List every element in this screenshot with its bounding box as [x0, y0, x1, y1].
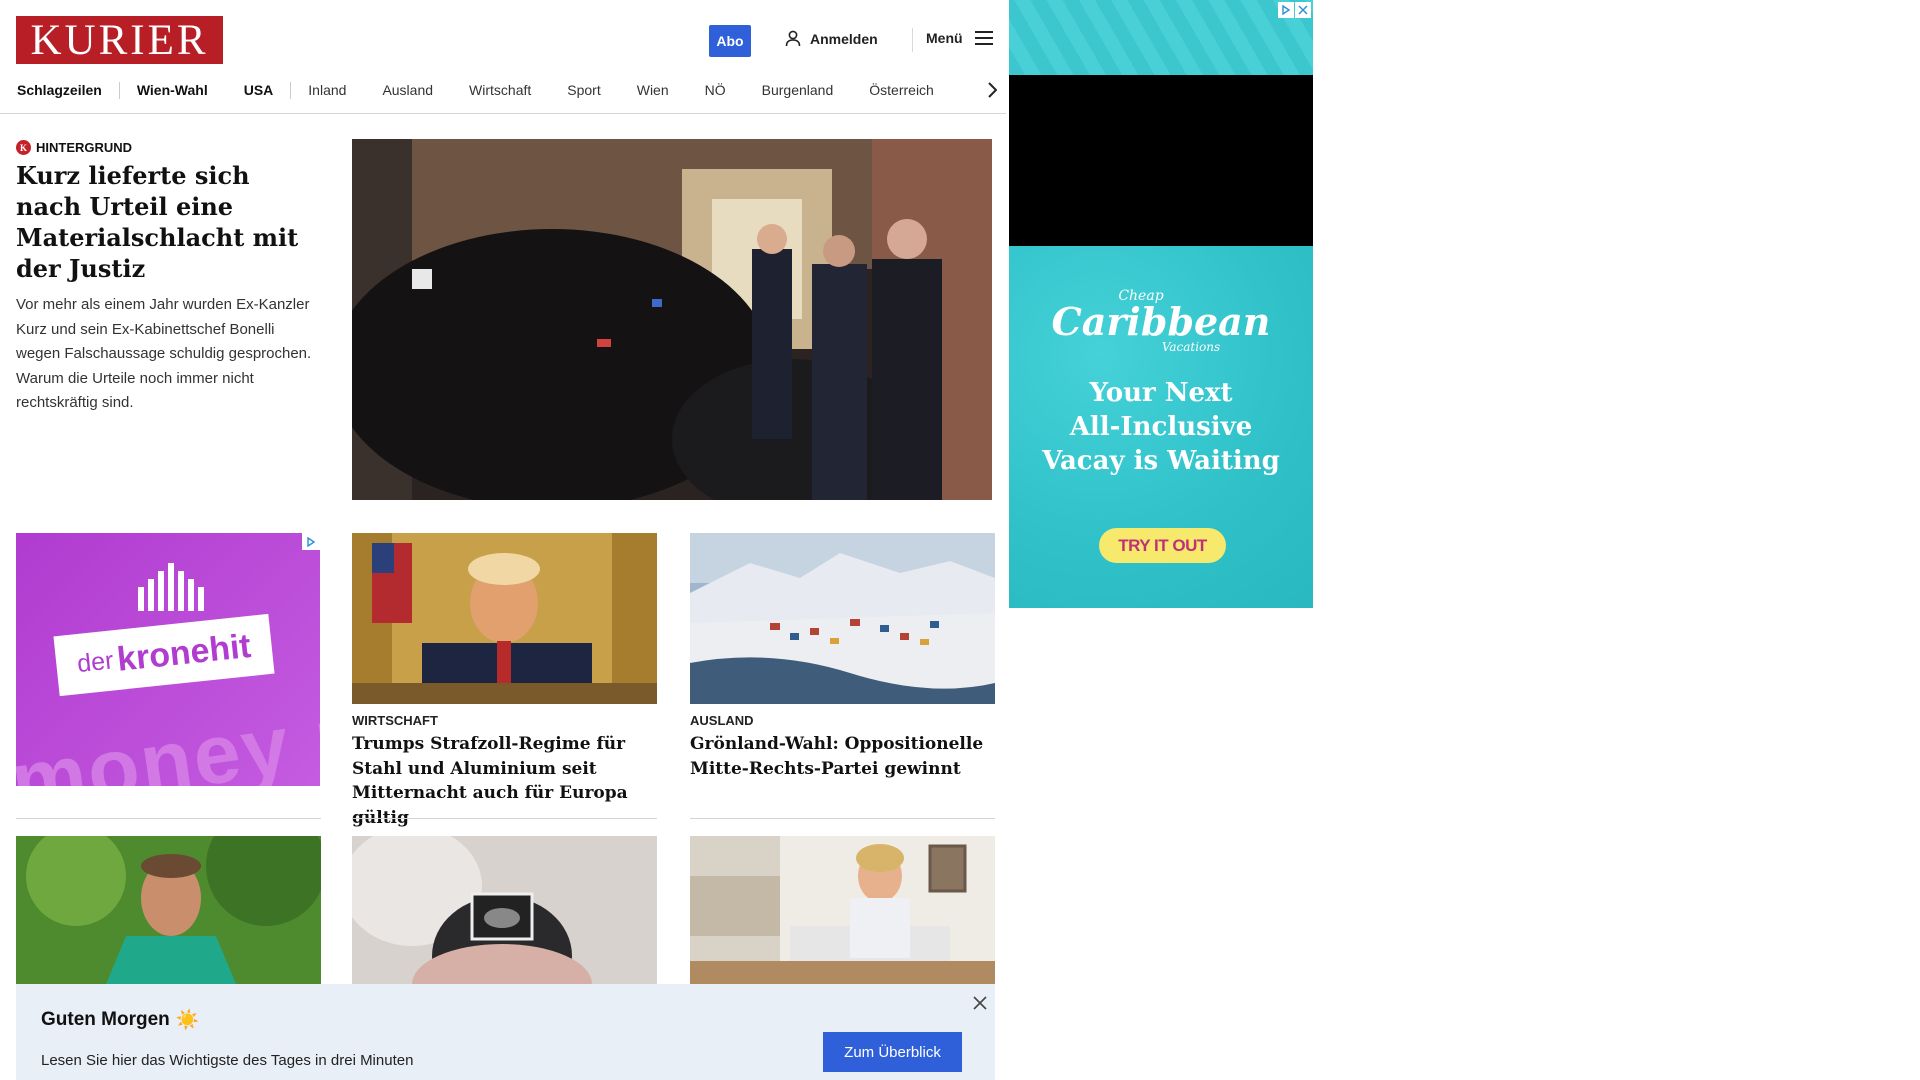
hero-kicker-label: HINTERGRUND [36, 140, 133, 155]
nav-divider [118, 81, 120, 99]
hero-kicker: K HINTERGRUND [16, 140, 316, 155]
nav-item-schlagzeilen[interactable]: Schlagzeilen [17, 82, 102, 98]
caribbean-ad[interactable]: Cheap Caribbean Vacations Your Next All-… [1009, 0, 1313, 608]
trump-photo [352, 533, 657, 704]
nav-item-oesterreich[interactable]: Österreich [869, 82, 934, 98]
kronehit-logo-right: kronehit [115, 626, 253, 679]
nav-item-usa[interactable]: USA [244, 82, 274, 98]
nav-divider [290, 81, 292, 99]
woman-kitchen-photo [690, 836, 995, 984]
kronehit-logo-left: der [75, 645, 115, 678]
ad-close-icon[interactable] [1295, 2, 1311, 18]
card-title-trump[interactable]: Trumps Strafzoll-Regime für Stahl und Al… [352, 732, 657, 830]
caribbean-headline-line-3: Vacay is Waiting [1042, 446, 1280, 476]
kronehit-background-text: money m [16, 682, 320, 786]
login-button[interactable]: Anmelden [785, 30, 878, 47]
ad-palm-strip [1009, 0, 1313, 75]
card-kicker-ausland: AUSLAND [690, 713, 754, 728]
nav-item-inland[interactable]: Inland [308, 82, 346, 98]
nav-item-burgenland[interactable]: Burgenland [762, 82, 834, 98]
hero-image[interactable] [352, 139, 992, 500]
crown-icon [138, 563, 204, 611]
zum-ueberblick-button[interactable]: Zum Überblick [823, 1032, 962, 1072]
hero-teaser: Vor mehr als einem Jahr wurden Ex-Kanzle… [16, 296, 312, 411]
card-title-greenland[interactable]: Grönland-Wahl: Oppositionelle Mitte-Rech… [690, 732, 995, 781]
nav-item-sport[interactable]: Sport [567, 82, 600, 98]
nav-item-wien-wahl[interactable]: Wien-Wahl [137, 82, 208, 98]
hero-title[interactable]: Kurz lieferte sich nach Urteil eine Mate… [16, 160, 316, 284]
card-kicker-wirtschaft: WIRTSCHAFT [352, 713, 438, 728]
card-divider [690, 818, 995, 819]
kronehit-logo: der kronehit [53, 613, 275, 697]
card-image-ultrasound[interactable] [352, 836, 657, 984]
header-divider [912, 28, 913, 52]
card-divider [16, 818, 321, 819]
nav-item-wien[interactable]: Wien [637, 82, 669, 98]
morning-subtitle: Lesen Sie hier das Wichtigste des Tages … [41, 1052, 414, 1069]
hero-article[interactable]: K HINTERGRUND Kurz lieferte sich nach Ur… [16, 140, 316, 416]
football-player-photo [16, 836, 321, 984]
user-icon [785, 30, 801, 47]
card-image-football[interactable] [16, 836, 321, 984]
caribbean-headline-line-1: Your Next [1089, 378, 1233, 408]
caribbean-logo: Cheap Caribbean Vacations [1009, 288, 1313, 354]
kurier-logo[interactable]: KURIER [16, 16, 223, 64]
kurier-plus-icon: K [16, 140, 31, 155]
sun-icon: ☀️ [175, 1010, 200, 1031]
nav-item-ausland[interactable]: Ausland [382, 82, 433, 98]
nav-scroll-right-button[interactable] [979, 78, 1005, 102]
morning-title-text: Guten Morgen [41, 1009, 170, 1030]
morning-title: Guten Morgen ☀️ [41, 1008, 199, 1032]
try-it-out-button[interactable]: TRY IT OUT [1099, 528, 1226, 563]
morning-briefing-banner: Guten Morgen ☀️ Lesen Sie hier das Wicht… [16, 984, 995, 1080]
ultrasound-photo [352, 836, 657, 984]
kronehit-ad[interactable]: der kronehit money m [16, 533, 320, 786]
adchoices-icon[interactable] [302, 533, 320, 550]
ad-controls [1278, 2, 1311, 18]
card-image-woman-kitchen[interactable] [690, 836, 995, 984]
close-icon[interactable] [971, 994, 989, 1012]
hero-press-photo [352, 139, 992, 500]
menu-button[interactable]: Menü [926, 30, 993, 46]
caribbean-headline: Your Next All-Inclusive Vacay is Waiting [1009, 376, 1313, 478]
menu-label: Menü [926, 30, 963, 46]
caribbean-logo-brand: Caribbean [1051, 299, 1271, 344]
nav-item-wirtschaft[interactable]: Wirtschaft [469, 82, 531, 98]
abo-button[interactable]: Abo [709, 25, 751, 57]
header-divider-line [0, 113, 1006, 114]
card-image-greenland[interactable] [690, 533, 995, 704]
login-label: Anmelden [810, 30, 878, 47]
ad-main-panel: Cheap Caribbean Vacations Your Next All-… [1009, 246, 1313, 608]
hamburger-icon [974, 31, 993, 45]
nav-item-noe[interactable]: NÖ [705, 82, 726, 98]
card-image-trump[interactable] [352, 533, 657, 704]
greenland-photo [690, 533, 995, 704]
caribbean-headline-line-2: All-Inclusive [1069, 412, 1253, 442]
ad-video-area [1009, 75, 1313, 246]
chevron-right-icon [988, 82, 997, 98]
section-nav: Schlagzeilen Wien-Wahl USA Inland Auslan… [17, 77, 1005, 103]
adchoices-icon[interactable] [1278, 2, 1294, 18]
card-divider [352, 818, 657, 819]
